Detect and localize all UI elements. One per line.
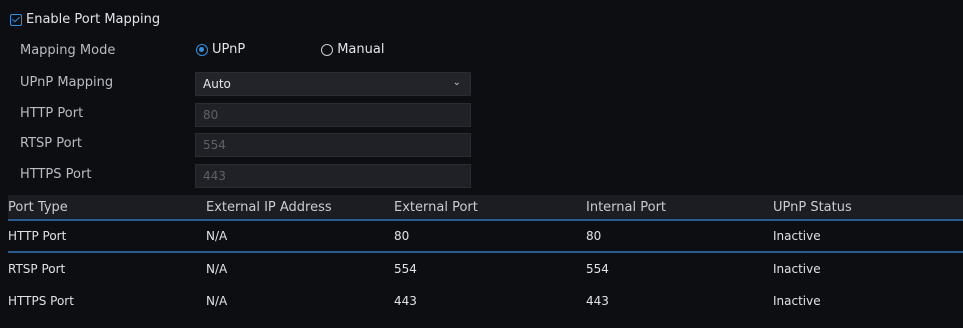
cell-external-ip: N/A <box>206 229 228 243</box>
cell-upnp-status: Inactive <box>773 229 821 243</box>
checkbox-checked-icon[interactable] <box>10 13 22 26</box>
http-port-field: 80 <box>195 103 471 127</box>
cell-internal-port: 80 <box>586 229 602 243</box>
https-port-value: 443 <box>203 169 226 183</box>
upnp-mapping-label: UPnP Mapping <box>20 75 114 90</box>
header-external-port: External Port <box>394 199 478 215</box>
header-upnp-status: UPnP Status <box>773 199 852 215</box>
http-port-label: HTTP Port <box>20 106 84 121</box>
table-row[interactable]: HTTPS Port N/A 443 443 Inactive <box>8 285 963 317</box>
cell-upnp-status: Inactive <box>773 294 821 308</box>
https-port-label: HTTPS Port <box>20 167 92 182</box>
radio-manual[interactable]: Manual <box>321 42 384 57</box>
cell-external-ip: N/A <box>206 294 228 308</box>
table-row[interactable]: RTSP Port N/A 554 554 Inactive <box>8 253 963 285</box>
header-port-type: Port Type <box>8 199 68 215</box>
cell-internal-port: 443 <box>586 294 609 308</box>
header-internal-port: Internal Port <box>586 199 667 215</box>
rtsp-port-value: 554 <box>203 138 226 152</box>
cell-internal-port: 554 <box>586 262 609 276</box>
mapping-mode-label: Mapping Mode <box>20 43 116 58</box>
radio-manual-label: Manual <box>337 42 385 57</box>
radio-unselected-icon[interactable] <box>321 43 334 56</box>
rtsp-port-field: 554 <box>195 133 471 157</box>
table-header: Port Type External IP Address External P… <box>8 195 963 221</box>
mapping-mode-radio-group: UPnP Manual <box>196 42 384 57</box>
port-mapping-table: Port Type External IP Address External P… <box>8 195 963 317</box>
chevron-down-icon[interactable]: ⌄ <box>453 77 461 88</box>
upnp-mapping-select[interactable]: Auto ⌄ <box>195 72 471 96</box>
enable-port-mapping-checkbox[interactable]: Enable Port Mapping <box>10 12 160 27</box>
radio-upnp-label: UPnP <box>212 42 246 57</box>
upnp-mapping-value: Auto <box>203 77 231 91</box>
radio-selected-icon[interactable] <box>196 43 208 56</box>
https-port-field: 443 <box>195 164 471 188</box>
cell-external-ip: N/A <box>206 262 228 276</box>
enable-port-mapping-label: Enable Port Mapping <box>26 12 161 27</box>
radio-upnp[interactable]: UPnP <box>196 42 245 57</box>
cell-external-port: 443 <box>394 294 417 308</box>
header-external-ip: External IP Address <box>206 199 332 215</box>
cell-external-port: 80 <box>394 229 410 243</box>
rtsp-port-label: RTSP Port <box>20 136 83 151</box>
cell-port-type: HTTPS Port <box>8 294 74 308</box>
http-port-value: 80 <box>203 108 219 122</box>
table-row[interactable]: HTTP Port N/A 80 80 Inactive <box>8 221 963 253</box>
cell-upnp-status: Inactive <box>773 262 821 276</box>
cell-external-port: 554 <box>394 262 417 276</box>
cell-port-type: HTTP Port <box>8 229 67 243</box>
cell-port-type: RTSP Port <box>8 262 66 276</box>
